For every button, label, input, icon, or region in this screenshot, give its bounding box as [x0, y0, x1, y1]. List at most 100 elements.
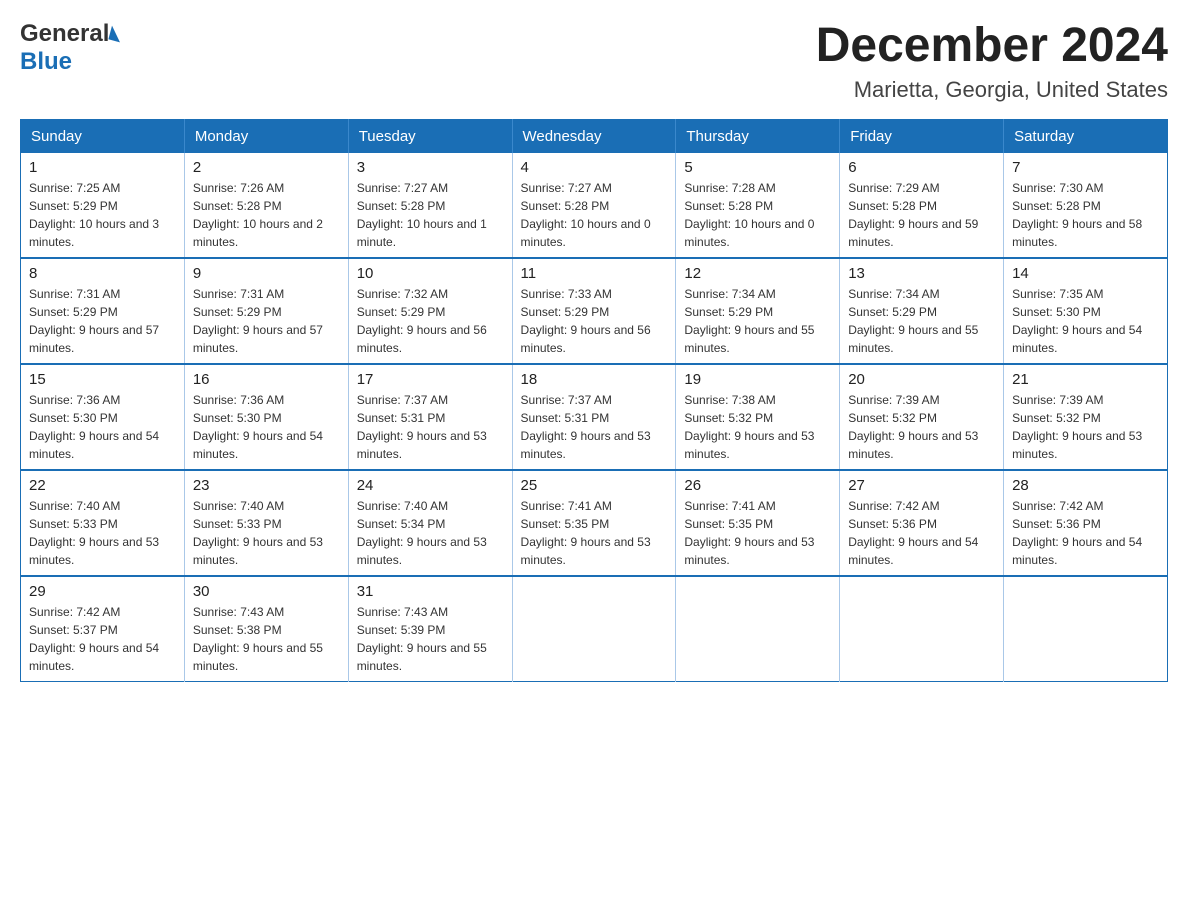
calendar-cell: 21Sunrise: 7:39 AMSunset: 5:32 PMDayligh… [1004, 364, 1168, 470]
day-info: Sunrise: 7:25 AMSunset: 5:29 PMDaylight:… [29, 179, 176, 251]
day-info: Sunrise: 7:41 AMSunset: 5:35 PMDaylight:… [521, 497, 668, 569]
day-number: 16 [193, 371, 340, 388]
calendar-cell: 15 Sunrise: 7:36 AMSunset: 5:30 PMDayligh… [21, 364, 185, 470]
calendar-cell: 25 Sunrise: 7:41 AMSunset: 5:35 PMDayligh… [512, 470, 676, 576]
calendar-cell: 7 Sunrise: 7:30 AMSunset: 5:28 PMDaylight… [1004, 153, 1168, 258]
day-info: Sunrise: 7:33 AMSunset: 5:29 PMDaylight:… [521, 285, 668, 357]
day-info: Sunrise: 7:26 AMSunset: 5:28 PMDaylight:… [193, 179, 340, 251]
day-info: Sunrise: 7:41 AMSunset: 5:35 PMDaylight:… [684, 497, 831, 569]
calendar-cell [676, 576, 840, 682]
day-info: Sunrise: 7:34 AMSunset: 5:29 PMDaylight:… [848, 285, 995, 357]
calendar-cell: 17 Sunrise: 7:37 AMSunset: 5:31 PMDayligh… [348, 364, 512, 470]
day-info: Sunrise: 7:27 AMSunset: 5:28 PMDaylight:… [357, 179, 504, 251]
day-number: 30 [193, 583, 340, 600]
calendar-cell: 24Sunrise: 7:40 AMSunset: 5:34 PMDayligh… [348, 470, 512, 576]
calendar-cell: 14Sunrise: 7:35 AMSunset: 5:30 PMDayligh… [1004, 258, 1168, 364]
calendar-cell: 16Sunrise: 7:36 AMSunset: 5:30 PMDayligh… [184, 364, 348, 470]
calendar-cell: 9 Sunrise: 7:31 AMSunset: 5:29 PMDaylight… [184, 258, 348, 364]
day-number: 9 [193, 265, 340, 282]
logo-line1: General [20, 20, 122, 48]
week-row-1: 1 Sunrise: 7:25 AMSunset: 5:29 PMDaylight… [21, 153, 1168, 258]
day-info: Sunrise: 7:29 AMSunset: 5:28 PMDaylight:… [848, 179, 995, 251]
day-number: 15 [29, 371, 176, 388]
day-info: Sunrise: 7:36 AMSunset: 5:30 PMDaylight:… [29, 391, 176, 463]
calendar-cell: 12 Sunrise: 7:34 AMSunset: 5:29 PMDayligh… [676, 258, 840, 364]
day-info: Sunrise: 7:43 AMSunset: 5:39 PMDaylight:… [357, 603, 504, 675]
header-row: SundayMondayTuesdayWednesdayThursdayFrid… [21, 119, 1168, 153]
day-info: Sunrise: 7:31 AMSunset: 5:29 PMDaylight:… [29, 285, 176, 357]
day-number: 1 [29, 159, 176, 176]
calendar-cell [1004, 576, 1168, 682]
page-header: General Blue December 2024 Marietta, Geo… [20, 20, 1168, 103]
calendar-body: 1 Sunrise: 7:25 AMSunset: 5:29 PMDaylight… [21, 153, 1168, 682]
day-number: 2 [193, 159, 340, 176]
header-monday: Monday [184, 119, 348, 153]
day-number: 19 [684, 371, 831, 388]
day-number: 17 [357, 371, 504, 388]
calendar-cell: 19 Sunrise: 7:38 AMSunset: 5:32 PMDayligh… [676, 364, 840, 470]
day-number: 8 [29, 265, 176, 282]
logo-blue-text: Blue [20, 48, 72, 76]
calendar-header: SundayMondayTuesdayWednesdayThursdayFrid… [21, 119, 1168, 153]
day-info: Sunrise: 7:42 AMSunset: 5:36 PMDaylight:… [1012, 497, 1159, 569]
day-info: Sunrise: 7:42 AMSunset: 5:36 PMDaylight:… [848, 497, 995, 569]
day-number: 6 [848, 159, 995, 176]
day-info: Sunrise: 7:31 AMSunset: 5:29 PMDaylight:… [193, 285, 340, 357]
day-number: 22 [29, 477, 176, 494]
day-number: 13 [848, 265, 995, 282]
header-wednesday: Wednesday [512, 119, 676, 153]
day-info: Sunrise: 7:32 AMSunset: 5:29 PMDaylight:… [357, 285, 504, 357]
day-info: Sunrise: 7:28 AMSunset: 5:28 PMDaylight:… [684, 179, 831, 251]
calendar-cell [840, 576, 1004, 682]
logo-arrow-icon [109, 26, 124, 43]
title-block: December 2024 Marietta, Georgia, United … [816, 20, 1168, 103]
page-title: December 2024 [816, 20, 1168, 73]
calendar-cell: 3 Sunrise: 7:27 AMSunset: 5:28 PMDaylight… [348, 153, 512, 258]
day-info: Sunrise: 7:38 AMSunset: 5:32 PMDaylight:… [684, 391, 831, 463]
logo: General Blue [20, 20, 122, 76]
calendar-cell: 1 Sunrise: 7:25 AMSunset: 5:29 PMDaylight… [21, 153, 185, 258]
day-number: 14 [1012, 265, 1159, 282]
day-info: Sunrise: 7:40 AMSunset: 5:33 PMDaylight:… [193, 497, 340, 569]
day-number: 29 [29, 583, 176, 600]
week-row-3: 15 Sunrise: 7:36 AMSunset: 5:30 PMDayligh… [21, 364, 1168, 470]
day-number: 21 [1012, 371, 1159, 388]
calendar-cell: 23 Sunrise: 7:40 AMSunset: 5:33 PMDayligh… [184, 470, 348, 576]
week-row-2: 8 Sunrise: 7:31 AMSunset: 5:29 PMDaylight… [21, 258, 1168, 364]
header-thursday: Thursday [676, 119, 840, 153]
day-info: Sunrise: 7:30 AMSunset: 5:28 PMDaylight:… [1012, 179, 1159, 251]
calendar-cell: 31Sunrise: 7:43 AMSunset: 5:39 PMDayligh… [348, 576, 512, 682]
calendar-cell: 13 Sunrise: 7:34 AMSunset: 5:29 PMDayligh… [840, 258, 1004, 364]
calendar-cell: 5 Sunrise: 7:28 AMSunset: 5:28 PMDaylight… [676, 153, 840, 258]
day-number: 27 [848, 477, 995, 494]
day-number: 3 [357, 159, 504, 176]
calendar-cell: 27 Sunrise: 7:42 AMSunset: 5:36 PMDayligh… [840, 470, 1004, 576]
day-number: 26 [684, 477, 831, 494]
day-info: Sunrise: 7:43 AMSunset: 5:38 PMDaylight:… [193, 603, 340, 675]
calendar-cell [512, 576, 676, 682]
header-sunday: Sunday [21, 119, 185, 153]
day-number: 7 [1012, 159, 1159, 176]
calendar-cell: 2 Sunrise: 7:26 AMSunset: 5:28 PMDaylight… [184, 153, 348, 258]
day-info: Sunrise: 7:34 AMSunset: 5:29 PMDaylight:… [684, 285, 831, 357]
calendar-cell: 6 Sunrise: 7:29 AMSunset: 5:28 PMDaylight… [840, 153, 1004, 258]
day-info: Sunrise: 7:27 AMSunset: 5:28 PMDaylight:… [521, 179, 668, 251]
day-number: 25 [521, 477, 668, 494]
week-row-4: 22 Sunrise: 7:40 AMSunset: 5:33 PMDayligh… [21, 470, 1168, 576]
calendar-cell: 11 Sunrise: 7:33 AMSunset: 5:29 PMDayligh… [512, 258, 676, 364]
calendar-cell: 20 Sunrise: 7:39 AMSunset: 5:32 PMDayligh… [840, 364, 1004, 470]
day-info: Sunrise: 7:37 AMSunset: 5:31 PMDaylight:… [521, 391, 668, 463]
calendar-cell: 4 Sunrise: 7:27 AMSunset: 5:28 PMDaylight… [512, 153, 676, 258]
day-info: Sunrise: 7:37 AMSunset: 5:31 PMDaylight:… [357, 391, 504, 463]
day-info: Sunrise: 7:39 AMSunset: 5:32 PMDaylight:… [848, 391, 995, 463]
day-number: 5 [684, 159, 831, 176]
day-number: 11 [521, 265, 668, 282]
day-number: 20 [848, 371, 995, 388]
day-info: Sunrise: 7:40 AMSunset: 5:34 PMDaylight:… [357, 497, 504, 569]
header-saturday: Saturday [1004, 119, 1168, 153]
calendar-cell: 22Sunrise: 7:40 AMSunset: 5:33 PMDayligh… [21, 470, 185, 576]
day-number: 12 [684, 265, 831, 282]
calendar-cell: 29Sunrise: 7:42 AMSunset: 5:37 PMDayligh… [21, 576, 185, 682]
day-number: 4 [521, 159, 668, 176]
day-number: 23 [193, 477, 340, 494]
